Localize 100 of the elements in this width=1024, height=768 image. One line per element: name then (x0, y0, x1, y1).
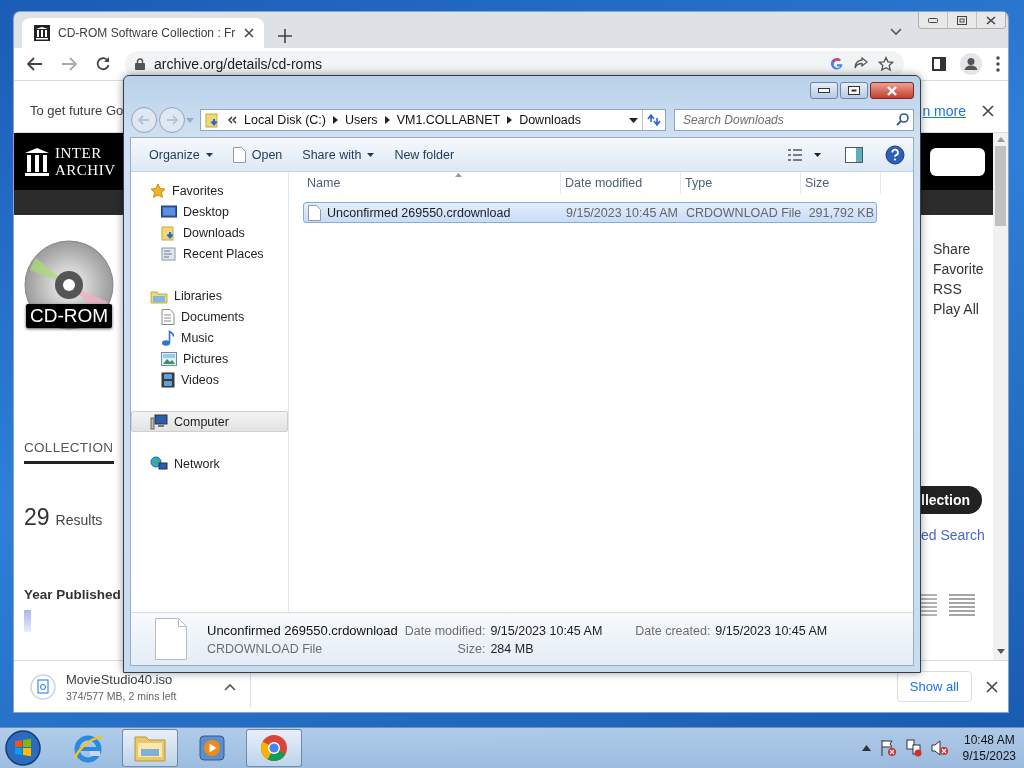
refresh-icon[interactable] (647, 114, 661, 126)
details-filename: Unconfirmed 269550.crdownload (207, 622, 398, 638)
close-icon[interactable] (982, 104, 994, 117)
view-options-icon[interactable] (787, 147, 821, 162)
column-header[interactable]: Type (681, 172, 801, 194)
plus-icon[interactable] (278, 29, 292, 43)
desktop-icon (161, 204, 177, 219)
scrollbar[interactable] (993, 133, 1008, 660)
file-icon (308, 204, 321, 221)
start-button[interactable] (4, 729, 42, 767)
volume-icon[interactable] (930, 739, 949, 757)
column-header[interactable]: Name (303, 172, 561, 194)
nav-item[interactable]: Computer (131, 411, 288, 432)
network-icon (150, 455, 168, 472)
browser-tab[interactable]: CD-ROM Software Collection : Fr (22, 18, 264, 48)
column-header[interactable]: Date modified (561, 172, 681, 194)
close-icon (986, 15, 996, 25)
nav-item[interactable]: Libraries (131, 285, 288, 306)
flag-icon[interactable] (878, 739, 897, 757)
clock[interactable]: 10:48 AM 9/15/2023 (962, 732, 1016, 764)
recent-places-icon (161, 245, 177, 262)
search-field[interactable] (930, 147, 985, 176)
caret-up-icon[interactable] (861, 745, 871, 751)
scroll-down-icon[interactable] (996, 649, 1005, 654)
breadcrumb[interactable]: Local Disk (C:) (244, 113, 326, 127)
toolbar-button[interactable]: Organize (141, 143, 221, 166)
details-value: 9/15/2023 10:45 AM (715, 623, 828, 638)
back-icon[interactable] (27, 57, 43, 71)
chevron-down-icon[interactable] (890, 28, 902, 36)
nav-item[interactable]: Videos (131, 369, 288, 390)
file-date: 9/15/2023 10:45 AM (565, 205, 679, 220)
column-header[interactable]: Size (801, 172, 881, 194)
close-icon[interactable] (986, 680, 998, 693)
preview-pane-icon[interactable] (845, 146, 863, 163)
action-link[interactable]: Favorite (933, 259, 993, 279)
nav-item[interactable]: Favorites (131, 180, 288, 201)
clock-date: 9/15/2023 (962, 748, 1016, 764)
toolbar-button[interactable]: Open (224, 142, 291, 167)
nav-item[interactable]: Network (131, 453, 288, 474)
google-icon[interactable] (830, 57, 844, 71)
nav-item[interactable]: Downloads (131, 222, 288, 243)
nav-item[interactable]: Documents (131, 306, 288, 327)
breadcrumb[interactable]: Users (344, 113, 378, 127)
show-all-button[interactable]: Show all (896, 671, 972, 702)
breadcrumb[interactable]: VM1.COLLABNET (396, 113, 501, 127)
caret-down-icon (367, 152, 375, 157)
action-link[interactable]: Share (933, 239, 993, 259)
breadcrumb-arrow-icon[interactable] (507, 116, 513, 124)
details-value: 9/15/2023 10:45 AM (490, 623, 603, 638)
file-type: CRDOWNLOAD File (685, 205, 802, 220)
toolbar-button[interactable]: New folder (386, 143, 463, 166)
details-label: Date modified: (404, 623, 486, 638)
logo-text[interactable]: INTER (55, 144, 116, 162)
address-bar[interactable]: Local Disk (C:) Users VM1.COLLABNET Downloads (200, 109, 666, 131)
infobar-text: To get future Go (30, 103, 124, 118)
double-chevron-icon[interactable] (228, 116, 237, 124)
file-size: 291,792 KB (807, 205, 875, 220)
logo-text[interactable]: ARCHIV (55, 161, 116, 179)
reload-icon[interactable] (95, 56, 111, 72)
breadcrumb[interactable]: Downloads (519, 113, 581, 127)
caret-up-icon[interactable] (224, 682, 236, 691)
file-name: Unconfirmed 269550.crdownload (327, 205, 511, 220)
taskbar-button[interactable] (246, 729, 302, 767)
taskbar-button[interactable] (122, 729, 178, 767)
search-field[interactable]: Search Downloads (674, 109, 914, 131)
profile-icon[interactable] (960, 53, 982, 75)
nav-item[interactable]: Pictures (131, 348, 288, 369)
maximize-icon (957, 15, 967, 25)
learn-more-link[interactable]: n more (922, 102, 966, 119)
star-icon[interactable] (878, 56, 894, 72)
maximize-icon (848, 86, 860, 95)
details-value: 284 MB (490, 641, 535, 656)
maximize-button[interactable] (840, 82, 868, 99)
cd-rom-label: CD-ROM (25, 304, 113, 328)
minimize-button[interactable] (810, 82, 838, 99)
action-link[interactable]: RSS (933, 279, 993, 299)
breadcrumb-arrow-icon[interactable] (384, 116, 390, 124)
caret-down-icon[interactable] (628, 117, 638, 123)
menu-icon[interactable] (996, 56, 1000, 72)
file-row[interactable]: Unconfirmed 269550.crdownload 9/15/2023 10:45 AM CRDOWNLOAD File 291,792 KB (303, 202, 877, 223)
scrollbar-thumb[interactable] (995, 146, 1006, 226)
network-icon[interactable] (904, 739, 923, 757)
toolbar-button[interactable]: Share with (294, 143, 383, 166)
breadcrumb-arrow-icon[interactable] (332, 116, 338, 124)
address-bar[interactable]: archive.org/details/cd-roms (125, 51, 904, 77)
side-panel-icon[interactable] (932, 57, 946, 71)
search-icon[interactable] (896, 113, 909, 126)
close-button[interactable] (870, 82, 914, 99)
share-icon[interactable] (853, 57, 869, 71)
collection-tab[interactable]: COLLECTION (24, 440, 114, 464)
help-icon[interactable] (885, 144, 905, 165)
close-icon[interactable] (244, 28, 254, 38)
action-link[interactable]: Play All (933, 299, 993, 319)
nav-item[interactable]: Recent Places (131, 243, 288, 264)
close-icon (886, 85, 898, 96)
download-filename: MovieStudio40.iso (66, 671, 174, 687)
nav-item[interactable]: Desktop (131, 201, 288, 222)
results-label: Results (55, 512, 103, 528)
histogram-bar (24, 610, 31, 632)
nav-item[interactable]: Music (131, 327, 288, 348)
